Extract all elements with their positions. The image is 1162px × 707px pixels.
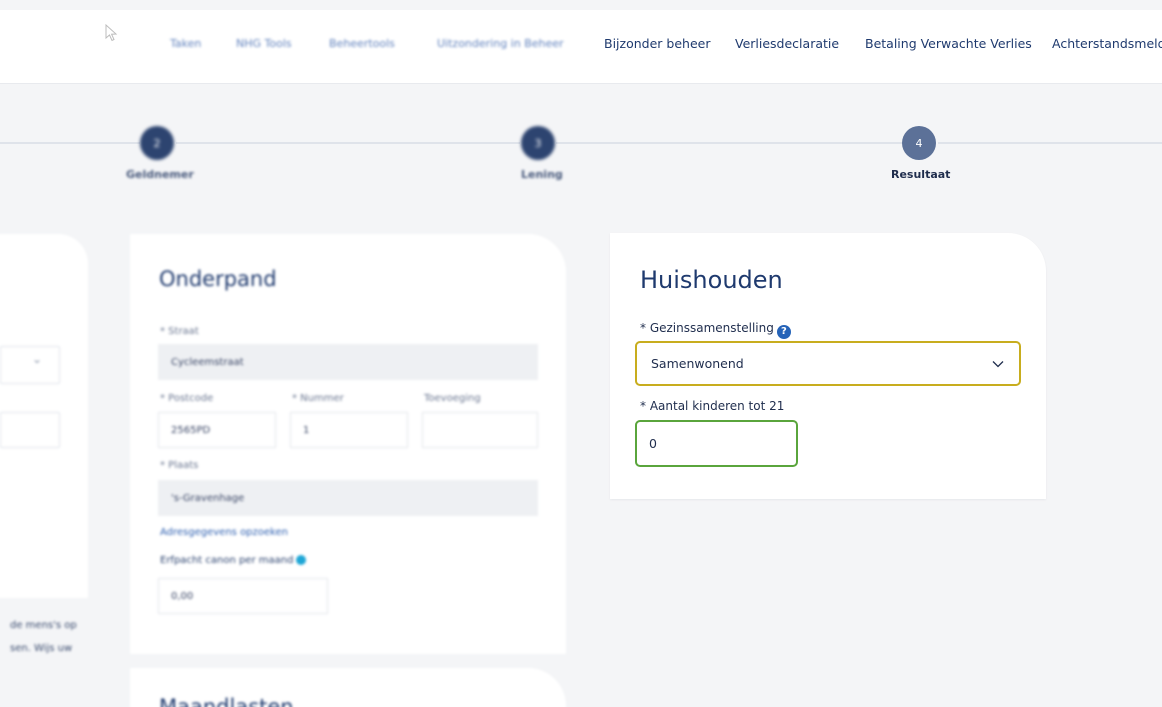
- erfpacht-label-text: Erfpacht canon per maand: [160, 555, 294, 566]
- nav-item-nhg-tools[interactable]: NHG Tools: [236, 37, 292, 50]
- cursor-icon: [105, 24, 118, 42]
- left-card-note: sen. Wijs uw: [10, 643, 73, 654]
- stepper-line: [0, 142, 140, 144]
- onderpand-title: Onderpand: [159, 267, 277, 291]
- nav-item-uitzondering[interactable]: Uitzondering in Beheer: [437, 37, 564, 50]
- toevoeging-field[interactable]: [422, 412, 538, 448]
- nav-item-betaling-verwachte-verlies[interactable]: Betaling Verwachte Verlies: [865, 36, 1032, 51]
- nav-item-achterstandsmelding[interactable]: Achterstandsmeldi: [1052, 36, 1162, 51]
- stepper-line: [938, 142, 1162, 144]
- nav-item-taken[interactable]: Taken: [170, 37, 201, 50]
- huishouden-title: Huishouden: [640, 266, 783, 294]
- left-card-select[interactable]: [0, 346, 60, 384]
- stepper-line: [556, 142, 902, 144]
- step-4-label: Resultaat: [891, 168, 951, 181]
- step-3-circle[interactable]: 3: [521, 126, 555, 160]
- straat-label: * Straat: [160, 326, 199, 337]
- left-card-note: de mens's op: [10, 620, 77, 631]
- aantal-kinderen-input[interactable]: 0: [635, 420, 798, 467]
- nav-item-beheertools[interactable]: Beheertools: [329, 37, 395, 50]
- top-navigation: Taken NHG Tools Beheertools Uitzondering…: [0, 10, 1162, 84]
- gezinssamenstelling-label: * Gezinssamenstelling?: [640, 321, 791, 339]
- question-icon[interactable]: ?: [776, 324, 791, 339]
- adres-opzoeken-link[interactable]: Adresgegevens opzoeken: [160, 527, 288, 538]
- chevron-down-icon: [992, 360, 1004, 367]
- postcode-field[interactable]: 2565PD: [158, 412, 276, 448]
- aantal-kinderen-value: 0: [649, 436, 657, 451]
- postcode-label: * Postcode: [160, 393, 214, 404]
- step-2-circle[interactable]: 2: [140, 126, 174, 160]
- step-3-label: Lening: [521, 168, 563, 181]
- aantal-kinderen-label: * Aantal kinderen tot 21: [640, 399, 785, 413]
- stepper-line: [176, 142, 520, 144]
- nav-item-bijzonder-beheer[interactable]: Bijzonder beheer: [604, 36, 710, 51]
- plaats-label: * Plaats: [160, 460, 199, 471]
- toevoeging-label: Toevoeging: [424, 393, 481, 404]
- erfpacht-field[interactable]: 0,00: [158, 578, 328, 614]
- erfpacht-label: Erfpacht canon per maand: [160, 555, 307, 566]
- step-2-label: Geldnemer: [126, 168, 194, 181]
- left-card-input[interactable]: [0, 412, 60, 448]
- gezinssamenstelling-value: Samenwonend: [651, 356, 744, 371]
- gezinssamenstelling-label-text: * Gezinssamenstelling: [640, 321, 774, 335]
- page: Taken NHG Tools Beheertools Uitzondering…: [0, 0, 1162, 707]
- nummer-field[interactable]: 1: [290, 412, 408, 448]
- help-icon[interactable]: [296, 555, 307, 565]
- nav-item-verliesdeclaratie[interactable]: Verliesdeclaratie: [735, 36, 839, 51]
- straat-field[interactable]: Cycleemstraat: [158, 344, 538, 380]
- gezinssamenstelling-select[interactable]: Samenwonend: [635, 341, 1021, 386]
- maandlasten-title: Maandlasten: [159, 695, 294, 707]
- plaats-field[interactable]: 's-Gravenhage: [158, 480, 538, 516]
- chevron-down-icon: ⌄: [32, 352, 43, 366]
- step-4-circle[interactable]: 4: [902, 126, 936, 160]
- nummer-label: * Nummer: [292, 393, 344, 404]
